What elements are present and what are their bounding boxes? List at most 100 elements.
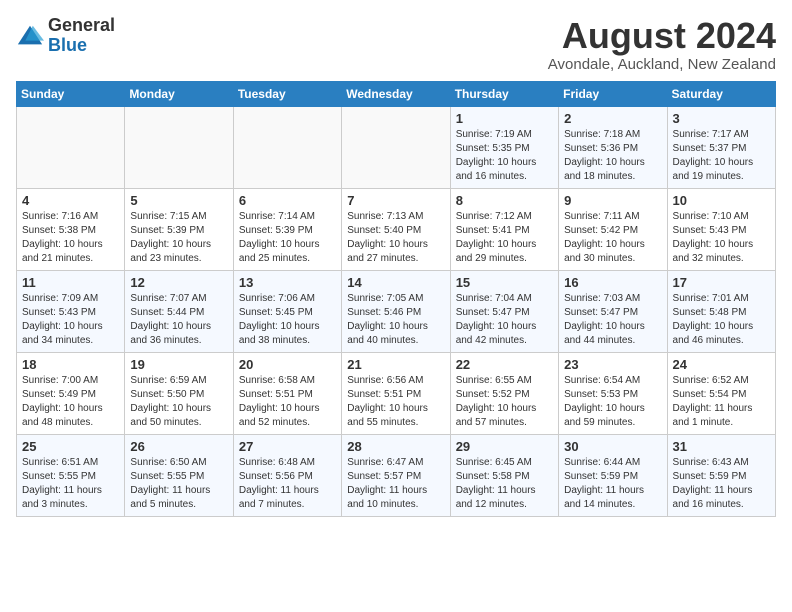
calendar-cell: 26Sunrise: 6:50 AM Sunset: 5:55 PM Dayli… — [125, 434, 233, 516]
calendar-cell: 21 Sunrise: 6:56 AM Sunset: 5:51 PM Dayli… — [342, 352, 450, 434]
day-number: 14 — [347, 275, 444, 290]
day-number: 11 — [22, 275, 119, 290]
day-info: Sunrise: 7:19 AM Sunset: 5:35 PM Dayligh… — [456, 128, 553, 184]
weekday-header: Thursday — [450, 81, 558, 106]
day-info: Sunrise: 6:59 AM Sunset: 5:50 PM Dayligh… — [130, 374, 227, 430]
logo-general: General — [48, 15, 115, 35]
page-header: General Blue August 2024 Avondale, Auckl… — [16, 16, 776, 73]
day-info: Sunrise: 6:55 AM Sunset: 5:52 PM Dayligh… — [456, 374, 553, 430]
day-number: 10 — [673, 193, 770, 208]
calendar-cell: 20Sunrise: 6:58 AM Sunset: 5:51 PM Dayli… — [233, 352, 341, 434]
calendar-cell: 15 Sunrise: 7:04 AM Sunset: 5:47 PM Dayli… — [450, 270, 558, 352]
day-info: Sunrise: 7:11 AM Sunset: 5:42 PM Dayligh… — [564, 210, 661, 266]
day-info: Sunrise: 6:54 AM Sunset: 5:53 PM Dayligh… — [564, 374, 661, 430]
calendar-cell: 1 Sunrise: 7:19 AM Sunset: 5:35 PM Daylig… — [450, 106, 558, 188]
day-info: Sunrise: 6:43 AM Sunset: 5:59 PM Dayligh… — [673, 456, 770, 512]
day-info: Sunrise: 6:44 AM Sunset: 5:59 PM Dayligh… — [564, 456, 661, 512]
calendar-cell: 2 Sunrise: 7:18 AM Sunset: 5:36 PM Daylig… — [559, 106, 667, 188]
day-number: 4 — [22, 193, 119, 208]
calendar-cell: 30 Sunrise: 6:44 AM Sunset: 5:59 PM Dayli… — [559, 434, 667, 516]
day-info: Sunrise: 7:18 AM Sunset: 5:36 PM Dayligh… — [564, 128, 661, 184]
day-number: 25 — [22, 439, 119, 454]
day-info: Sunrise: 7:15 AM Sunset: 5:39 PM Dayligh… — [130, 210, 227, 266]
calendar-table: SundayMondayTuesdayWednesdayThursdayFrid… — [16, 81, 776, 517]
day-number: 16 — [564, 275, 661, 290]
calendar-cell: 10 Sunrise: 7:10 AM Sunset: 5:43 PM Dayli… — [667, 188, 775, 270]
day-number: 30 — [564, 439, 661, 454]
day-info: Sunrise: 7:07 AM Sunset: 5:44 PM Dayligh… — [130, 292, 227, 348]
calendar-cell: 22 Sunrise: 6:55 AM Sunset: 5:52 PM Dayli… — [450, 352, 558, 434]
day-number: 12 — [130, 275, 227, 290]
day-info: Sunrise: 7:13 AM Sunset: 5:40 PM Dayligh… — [347, 210, 444, 266]
day-info: Sunrise: 7:10 AM Sunset: 5:43 PM Dayligh… — [673, 210, 770, 266]
location-title: Avondale, Auckland, New Zealand — [548, 56, 776, 73]
day-info: Sunrise: 7:09 AM Sunset: 5:43 PM Dayligh… — [22, 292, 119, 348]
day-info: Sunrise: 6:50 AM Sunset: 5:55 PM Dayligh… — [130, 456, 227, 512]
day-info: Sunrise: 7:17 AM Sunset: 5:37 PM Dayligh… — [673, 128, 770, 184]
day-number: 20 — [239, 357, 336, 372]
day-number: 6 — [239, 193, 336, 208]
day-info: Sunrise: 6:47 AM Sunset: 5:57 PM Dayligh… — [347, 456, 444, 512]
day-info: Sunrise: 7:14 AM Sunset: 5:39 PM Dayligh… — [239, 210, 336, 266]
calendar-cell: 19 Sunrise: 6:59 AM Sunset: 5:50 PM Dayli… — [125, 352, 233, 434]
weekday-header: Wednesday — [342, 81, 450, 106]
calendar-cell — [17, 106, 125, 188]
day-info: Sunrise: 7:16 AM Sunset: 5:38 PM Dayligh… — [22, 210, 119, 266]
day-number: 27 — [239, 439, 336, 454]
day-number: 19 — [130, 357, 227, 372]
calendar-cell: 12 Sunrise: 7:07 AM Sunset: 5:44 PM Dayli… — [125, 270, 233, 352]
day-info: Sunrise: 6:51 AM Sunset: 5:55 PM Dayligh… — [22, 456, 119, 512]
day-number: 5 — [130, 193, 227, 208]
day-number: 17 — [673, 275, 770, 290]
day-number: 18 — [22, 357, 119, 372]
day-info: Sunrise: 7:12 AM Sunset: 5:41 PM Dayligh… — [456, 210, 553, 266]
logo: General Blue — [16, 16, 115, 56]
calendar-week-row: 1 Sunrise: 7:19 AM Sunset: 5:35 PM Daylig… — [17, 106, 776, 188]
month-title: August 2024 — [548, 16, 776, 56]
calendar-cell — [125, 106, 233, 188]
day-info: Sunrise: 6:56 AM Sunset: 5:51 PM Dayligh… — [347, 374, 444, 430]
day-number: 31 — [673, 439, 770, 454]
day-info: Sunrise: 7:05 AM Sunset: 5:46 PM Dayligh… — [347, 292, 444, 348]
logo-icon — [16, 22, 44, 50]
calendar-cell: 11 Sunrise: 7:09 AM Sunset: 5:43 PM Dayli… — [17, 270, 125, 352]
calendar-cell: 3Sunrise: 7:17 AM Sunset: 5:37 PM Daylig… — [667, 106, 775, 188]
calendar-cell: 9 Sunrise: 7:11 AM Sunset: 5:42 PM Daylig… — [559, 188, 667, 270]
calendar-cell: 29Sunrise: 6:45 AM Sunset: 5:58 PM Dayli… — [450, 434, 558, 516]
calendar-week-row: 4 Sunrise: 7:16 AM Sunset: 5:38 PM Daylig… — [17, 188, 776, 270]
calendar-cell: 8Sunrise: 7:12 AM Sunset: 5:41 PM Daylig… — [450, 188, 558, 270]
calendar-cell: 18 Sunrise: 7:00 AM Sunset: 5:49 PM Dayli… — [17, 352, 125, 434]
calendar-cell — [342, 106, 450, 188]
calendar-cell: 25 Sunrise: 6:51 AM Sunset: 5:55 PM Dayli… — [17, 434, 125, 516]
calendar-cell: 6 Sunrise: 7:14 AM Sunset: 5:39 PM Daylig… — [233, 188, 341, 270]
calendar-cell: 31 Sunrise: 6:43 AM Sunset: 5:59 PM Dayli… — [667, 434, 775, 516]
calendar-cell: 5 Sunrise: 7:15 AM Sunset: 5:39 PM Daylig… — [125, 188, 233, 270]
day-info: Sunrise: 6:45 AM Sunset: 5:58 PM Dayligh… — [456, 456, 553, 512]
day-number: 15 — [456, 275, 553, 290]
calendar-cell: 14 Sunrise: 7:05 AM Sunset: 5:46 PM Dayli… — [342, 270, 450, 352]
calendar-cell: 23Sunrise: 6:54 AM Sunset: 5:53 PM Dayli… — [559, 352, 667, 434]
day-number: 24 — [673, 357, 770, 372]
day-number: 9 — [564, 193, 661, 208]
day-number: 1 — [456, 111, 553, 126]
calendar-cell: 27 Sunrise: 6:48 AM Sunset: 5:56 PM Dayli… — [233, 434, 341, 516]
calendar-cell: 28 Sunrise: 6:47 AM Sunset: 5:57 PM Dayli… — [342, 434, 450, 516]
day-info: Sunrise: 7:03 AM Sunset: 5:47 PM Dayligh… — [564, 292, 661, 348]
calendar-week-row: 25 Sunrise: 6:51 AM Sunset: 5:55 PM Dayli… — [17, 434, 776, 516]
day-info: Sunrise: 7:00 AM Sunset: 5:49 PM Dayligh… — [22, 374, 119, 430]
day-number: 22 — [456, 357, 553, 372]
logo-blue: Blue — [48, 35, 87, 55]
day-info: Sunrise: 7:04 AM Sunset: 5:47 PM Dayligh… — [456, 292, 553, 348]
weekday-header-row: SundayMondayTuesdayWednesdayThursdayFrid… — [17, 81, 776, 106]
weekday-header: Saturday — [667, 81, 775, 106]
calendar-week-row: 18 Sunrise: 7:00 AM Sunset: 5:49 PM Dayli… — [17, 352, 776, 434]
weekday-header: Sunday — [17, 81, 125, 106]
day-info: Sunrise: 6:48 AM Sunset: 5:56 PM Dayligh… — [239, 456, 336, 512]
day-number: 2 — [564, 111, 661, 126]
title-area: August 2024 Avondale, Auckland, New Zeal… — [548, 16, 776, 73]
day-number: 21 — [347, 357, 444, 372]
weekday-header: Tuesday — [233, 81, 341, 106]
day-number: 13 — [239, 275, 336, 290]
calendar-cell: 17Sunrise: 7:01 AM Sunset: 5:48 PM Dayli… — [667, 270, 775, 352]
day-number: 28 — [347, 439, 444, 454]
